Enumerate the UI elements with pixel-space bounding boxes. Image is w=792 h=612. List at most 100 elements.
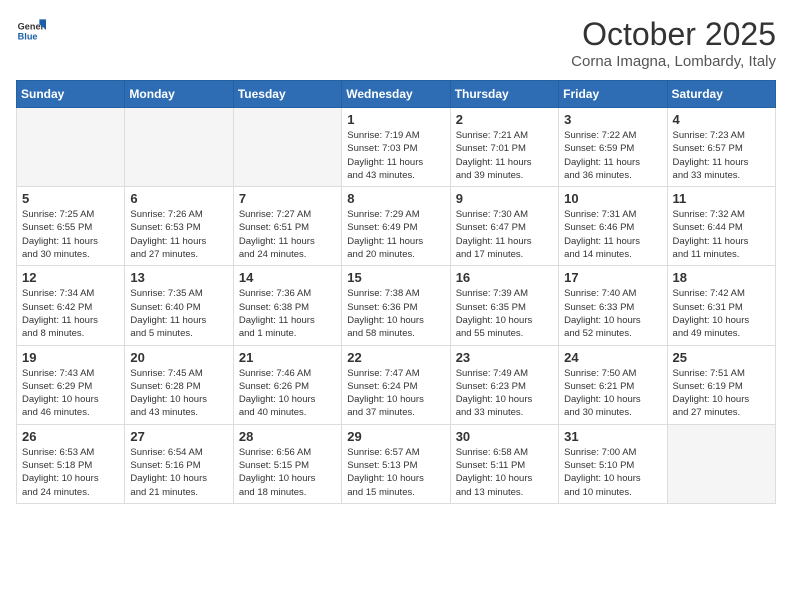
day-number: 20 bbox=[130, 350, 227, 365]
header-wednesday: Wednesday bbox=[342, 81, 450, 108]
day-number: 10 bbox=[564, 191, 661, 206]
day-number: 25 bbox=[673, 350, 770, 365]
day-number: 4 bbox=[673, 112, 770, 127]
day-info: Sunrise: 6:53 AM Sunset: 5:18 PM Dayligh… bbox=[22, 446, 119, 499]
table-row: 30 Sunrise: 6:58 AM Sunset: 5:11 PM Dayli… bbox=[450, 424, 558, 503]
day-info: Sunrise: 7:40 AM Sunset: 6:33 PM Dayligh… bbox=[564, 287, 661, 340]
table-row: 18 Sunrise: 7:42 AM Sunset: 6:31 PM Dayli… bbox=[667, 266, 775, 345]
day-info: Sunrise: 6:56 AM Sunset: 5:15 PM Dayligh… bbox=[239, 446, 336, 499]
table-row: 9 Sunrise: 7:30 AM Sunset: 6:47 PM Daylig… bbox=[450, 187, 558, 266]
day-number: 3 bbox=[564, 112, 661, 127]
day-number: 23 bbox=[456, 350, 553, 365]
table-row: 17 Sunrise: 7:40 AM Sunset: 6:33 PM Dayli… bbox=[559, 266, 667, 345]
day-info: Sunrise: 7:32 AM Sunset: 6:44 PM Dayligh… bbox=[673, 208, 770, 261]
header-tuesday: Tuesday bbox=[233, 81, 341, 108]
day-info: Sunrise: 7:22 AM Sunset: 6:59 PM Dayligh… bbox=[564, 129, 661, 182]
table-row: 12 Sunrise: 7:34 AM Sunset: 6:42 PM Dayli… bbox=[17, 266, 125, 345]
day-number: 21 bbox=[239, 350, 336, 365]
day-info: Sunrise: 7:36 AM Sunset: 6:38 PM Dayligh… bbox=[239, 287, 336, 340]
table-row bbox=[17, 108, 125, 187]
day-number: 6 bbox=[130, 191, 227, 206]
day-info: Sunrise: 7:50 AM Sunset: 6:21 PM Dayligh… bbox=[564, 367, 661, 420]
month-title: October 2025 bbox=[571, 16, 776, 53]
day-info: Sunrise: 7:23 AM Sunset: 6:57 PM Dayligh… bbox=[673, 129, 770, 182]
logo: General Blue bbox=[16, 16, 46, 46]
day-number: 15 bbox=[347, 270, 444, 285]
svg-text:Blue: Blue bbox=[18, 31, 38, 41]
table-row: 1 Sunrise: 7:19 AM Sunset: 7:03 PM Daylig… bbox=[342, 108, 450, 187]
day-info: Sunrise: 7:42 AM Sunset: 6:31 PM Dayligh… bbox=[673, 287, 770, 340]
table-row: 13 Sunrise: 7:35 AM Sunset: 6:40 PM Dayli… bbox=[125, 266, 233, 345]
calendar-table: Sunday Monday Tuesday Wednesday Thursday… bbox=[16, 80, 776, 504]
day-info: Sunrise: 7:21 AM Sunset: 7:01 PM Dayligh… bbox=[456, 129, 553, 182]
day-info: Sunrise: 7:25 AM Sunset: 6:55 PM Dayligh… bbox=[22, 208, 119, 261]
table-row: 16 Sunrise: 7:39 AM Sunset: 6:35 PM Dayli… bbox=[450, 266, 558, 345]
day-number: 16 bbox=[456, 270, 553, 285]
day-info: Sunrise: 7:35 AM Sunset: 6:40 PM Dayligh… bbox=[130, 287, 227, 340]
day-info: Sunrise: 7:49 AM Sunset: 6:23 PM Dayligh… bbox=[456, 367, 553, 420]
location-subtitle: Corna Imagna, Lombardy, Italy bbox=[571, 53, 776, 70]
day-info: Sunrise: 7:29 AM Sunset: 6:49 PM Dayligh… bbox=[347, 208, 444, 261]
header-friday: Friday bbox=[559, 81, 667, 108]
calendar-week-row: 19 Sunrise: 7:43 AM Sunset: 6:29 PM Dayli… bbox=[17, 345, 776, 424]
calendar-header-row: Sunday Monday Tuesday Wednesday Thursday… bbox=[17, 81, 776, 108]
header-sunday: Sunday bbox=[17, 81, 125, 108]
logo-icon: General Blue bbox=[16, 16, 46, 46]
calendar-week-row: 12 Sunrise: 7:34 AM Sunset: 6:42 PM Dayli… bbox=[17, 266, 776, 345]
day-info: Sunrise: 6:57 AM Sunset: 5:13 PM Dayligh… bbox=[347, 446, 444, 499]
calendar-week-row: 5 Sunrise: 7:25 AM Sunset: 6:55 PM Daylig… bbox=[17, 187, 776, 266]
day-number: 30 bbox=[456, 429, 553, 444]
table-row: 6 Sunrise: 7:26 AM Sunset: 6:53 PM Daylig… bbox=[125, 187, 233, 266]
day-info: Sunrise: 7:39 AM Sunset: 6:35 PM Dayligh… bbox=[456, 287, 553, 340]
day-number: 24 bbox=[564, 350, 661, 365]
table-row: 15Sunrise: 7:38 AM Sunset: 6:36 PM Dayli… bbox=[342, 266, 450, 345]
table-row: 31Sunrise: 7:00 AM Sunset: 5:10 PM Dayli… bbox=[559, 424, 667, 503]
day-number: 8 bbox=[347, 191, 444, 206]
table-row: 28Sunrise: 6:56 AM Sunset: 5:15 PM Dayli… bbox=[233, 424, 341, 503]
day-number: 1 bbox=[347, 112, 444, 127]
day-info: Sunrise: 7:43 AM Sunset: 6:29 PM Dayligh… bbox=[22, 367, 119, 420]
day-number: 2 bbox=[456, 112, 553, 127]
table-row: 7Sunrise: 7:27 AM Sunset: 6:51 PM Daylig… bbox=[233, 187, 341, 266]
day-number: 5 bbox=[22, 191, 119, 206]
header-saturday: Saturday bbox=[667, 81, 775, 108]
day-number: 17 bbox=[564, 270, 661, 285]
table-row: 26Sunrise: 6:53 AM Sunset: 5:18 PM Dayli… bbox=[17, 424, 125, 503]
day-info: Sunrise: 6:58 AM Sunset: 5:11 PM Dayligh… bbox=[456, 446, 553, 499]
table-row: 22Sunrise: 7:47 AM Sunset: 6:24 PM Dayli… bbox=[342, 345, 450, 424]
table-row: 21 Sunrise: 7:46 AM Sunset: 6:26 PM Dayli… bbox=[233, 345, 341, 424]
day-number: 18 bbox=[673, 270, 770, 285]
day-number: 29 bbox=[347, 429, 444, 444]
table-row: 3 Sunrise: 7:22 AM Sunset: 6:59 PM Daylig… bbox=[559, 108, 667, 187]
day-info: Sunrise: 7:26 AM Sunset: 6:53 PM Dayligh… bbox=[130, 208, 227, 261]
table-row: 27Sunrise: 6:54 AM Sunset: 5:16 PM Dayli… bbox=[125, 424, 233, 503]
day-info: Sunrise: 7:46 AM Sunset: 6:26 PM Dayligh… bbox=[239, 367, 336, 420]
day-number: 13 bbox=[130, 270, 227, 285]
day-info: Sunrise: 6:54 AM Sunset: 5:16 PM Dayligh… bbox=[130, 446, 227, 499]
day-info: Sunrise: 7:30 AM Sunset: 6:47 PM Dayligh… bbox=[456, 208, 553, 261]
table-row: 23 Sunrise: 7:49 AM Sunset: 6:23 PM Dayli… bbox=[450, 345, 558, 424]
table-row: 4 Sunrise: 7:23 AM Sunset: 6:57 PM Daylig… bbox=[667, 108, 775, 187]
day-number: 11 bbox=[673, 191, 770, 206]
table-row bbox=[233, 108, 341, 187]
table-row: 2 Sunrise: 7:21 AM Sunset: 7:01 PM Daylig… bbox=[450, 108, 558, 187]
day-number: 9 bbox=[456, 191, 553, 206]
day-info: Sunrise: 7:34 AM Sunset: 6:42 PM Dayligh… bbox=[22, 287, 119, 340]
day-info: Sunrise: 7:51 AM Sunset: 6:19 PM Dayligh… bbox=[673, 367, 770, 420]
calendar-week-row: 1 Sunrise: 7:19 AM Sunset: 7:03 PM Daylig… bbox=[17, 108, 776, 187]
table-row bbox=[667, 424, 775, 503]
day-info: Sunrise: 7:19 AM Sunset: 7:03 PM Dayligh… bbox=[347, 129, 444, 182]
day-info: Sunrise: 7:45 AM Sunset: 6:28 PM Dayligh… bbox=[130, 367, 227, 420]
table-row: 5 Sunrise: 7:25 AM Sunset: 6:55 PM Daylig… bbox=[17, 187, 125, 266]
table-row: 11 Sunrise: 7:32 AM Sunset: 6:44 PM Dayli… bbox=[667, 187, 775, 266]
table-row: 20 Sunrise: 7:45 AM Sunset: 6:28 PM Dayli… bbox=[125, 345, 233, 424]
day-number: 7 bbox=[239, 191, 336, 206]
day-info: Sunrise: 7:31 AM Sunset: 6:46 PM Dayligh… bbox=[564, 208, 661, 261]
day-number: 31 bbox=[564, 429, 661, 444]
day-number: 12 bbox=[22, 270, 119, 285]
table-row: 8 Sunrise: 7:29 AM Sunset: 6:49 PM Daylig… bbox=[342, 187, 450, 266]
page-header: General Blue October 2025 Corna Imagna, … bbox=[16, 16, 776, 70]
day-number: 19 bbox=[22, 350, 119, 365]
table-row: 29 Sunrise: 6:57 AM Sunset: 5:13 PM Dayli… bbox=[342, 424, 450, 503]
day-info: Sunrise: 7:47 AM Sunset: 6:24 PM Dayligh… bbox=[347, 367, 444, 420]
